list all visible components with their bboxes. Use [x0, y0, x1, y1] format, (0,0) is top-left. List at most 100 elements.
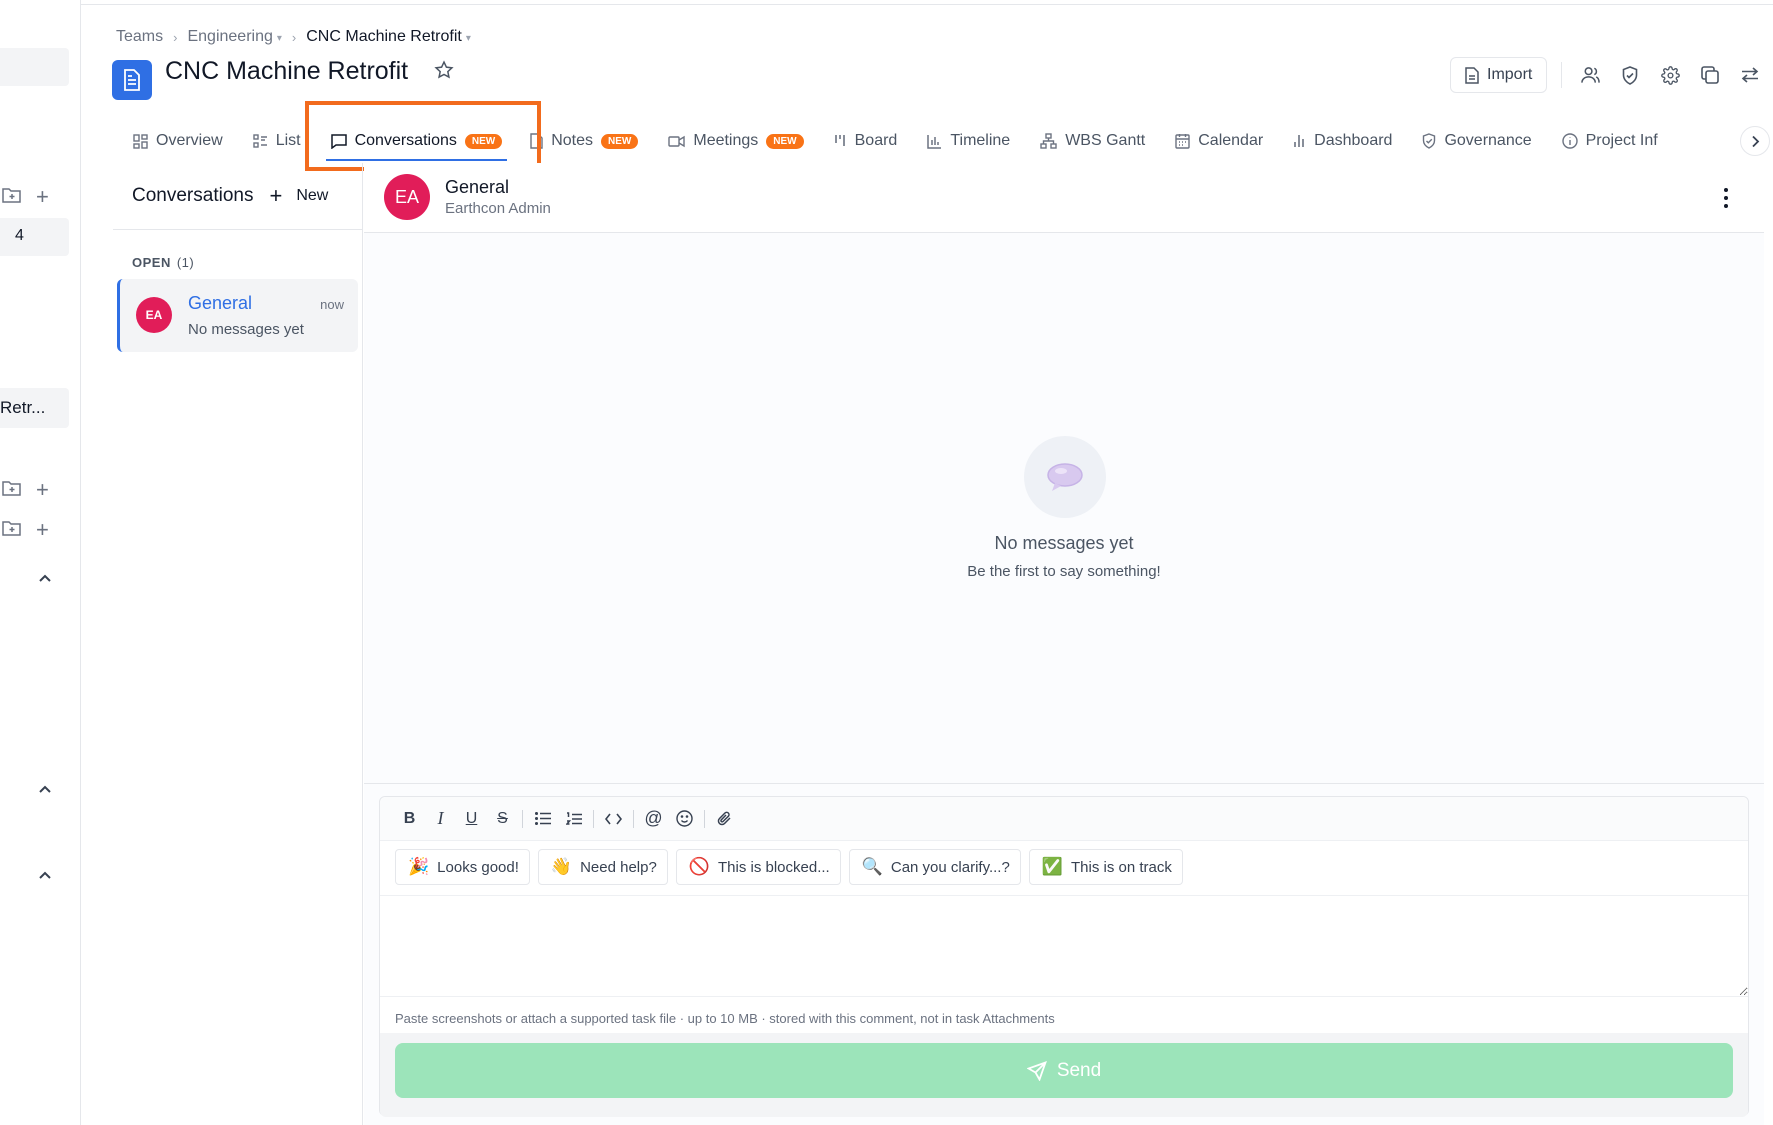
- bold-icon[interactable]: B: [394, 804, 425, 834]
- tab-list[interactable]: List: [238, 119, 316, 163]
- send-icon: [1026, 1060, 1047, 1081]
- quick-reply-looks-good[interactable]: 🎉 Looks good!: [395, 849, 530, 885]
- tab-governance[interactable]: Governance: [1407, 119, 1546, 163]
- underline-icon[interactable]: U: [456, 804, 487, 834]
- sidebar-item-project[interactable]: Retr...: [0, 388, 69, 428]
- breadcrumb-engineering[interactable]: Engineering ▾: [187, 28, 281, 46]
- mention-icon[interactable]: @: [638, 804, 669, 834]
- conversations-title: Conversations: [132, 185, 254, 206]
- quick-reply-need-help[interactable]: 👋 Need help?: [537, 849, 668, 885]
- hierarchy-icon: [1040, 133, 1057, 149]
- header-separator: [1561, 62, 1563, 88]
- paperclip-icon[interactable]: [709, 804, 740, 834]
- new-conversation-button[interactable]: + New: [269, 185, 328, 207]
- users-icon[interactable]: [1570, 57, 1610, 93]
- copy-icon[interactable]: [1690, 57, 1730, 93]
- divider: [380, 996, 1748, 997]
- quick-reply-label: Looks good!: [437, 858, 519, 876]
- conversation-item[interactable]: EA General now No messages yet: [117, 279, 358, 352]
- strikethrough-icon[interactable]: S: [487, 804, 518, 834]
- tab-meetings[interactable]: Meetings NEW: [653, 119, 818, 163]
- emoji-icon[interactable]: [669, 804, 700, 834]
- chevron-right-icon[interactable]: [1740, 126, 1770, 156]
- plus-icon[interactable]: +: [36, 517, 49, 543]
- new-badge: NEW: [464, 133, 503, 149]
- quick-reply-blocked[interactable]: 🚫 This is blocked...: [675, 849, 841, 885]
- plus-icon[interactable]: +: [36, 477, 49, 503]
- code-icon[interactable]: [598, 804, 629, 834]
- calendar-icon: [1175, 133, 1190, 149]
- speech-bubble-icon: [1024, 436, 1106, 518]
- info-icon: [1561, 133, 1578, 149]
- quick-reply-clarify[interactable]: 🔍 Can you clarify...?: [848, 849, 1021, 885]
- open-section-label: OPEN (1): [132, 255, 194, 270]
- tab-label: Meetings: [693, 132, 759, 149]
- italic-icon[interactable]: I: [425, 804, 456, 834]
- chevron-down-icon: ▾: [276, 33, 282, 44]
- tab-label: Calendar: [1198, 132, 1264, 149]
- message-input[interactable]: [380, 896, 1748, 996]
- tab-overview[interactable]: Overview: [118, 119, 238, 163]
- chevron-up-icon[interactable]: [38, 867, 52, 885]
- bullet-list-icon[interactable]: [527, 804, 558, 834]
- send-button[interactable]: Send: [395, 1043, 1733, 1098]
- waving-hand-icon: 👋: [550, 857, 573, 876]
- tab-calendar[interactable]: Calendar: [1160, 119, 1278, 163]
- quick-reply-label: This is on track: [1071, 858, 1172, 876]
- sidebar-selected-block[interactable]: [0, 48, 69, 86]
- board-icon: [834, 134, 847, 148]
- chat-area: EA General Earthcon Admin No messages ye…: [364, 163, 1764, 1125]
- tab-label: Overview: [156, 132, 223, 149]
- star-icon[interactable]: [434, 60, 454, 86]
- breadcrumb-current[interactable]: CNC Machine Retrofit ▾: [306, 28, 471, 46]
- chevron-up-icon[interactable]: [38, 781, 52, 799]
- gear-icon[interactable]: [1650, 57, 1690, 93]
- send-label: Send: [1056, 1059, 1102, 1081]
- tab-dashboard[interactable]: Dashboard: [1278, 119, 1407, 163]
- more-options-icon[interactable]: [1712, 183, 1740, 213]
- tab-wbs-gantt[interactable]: WBS Gantt: [1025, 119, 1160, 163]
- toolbar-separator: [633, 809, 634, 828]
- breadcrumb: Teams › Engineering ▾ › CNC Machine Retro…: [116, 28, 471, 46]
- import-button[interactable]: Import: [1450, 57, 1548, 93]
- new-badge: NEW: [766, 133, 804, 149]
- breadcrumb-teams[interactable]: Teams: [116, 28, 163, 46]
- chevron-up-icon[interactable]: [38, 570, 52, 588]
- conversations-panel: Conversations + New OPEN (1) EA General n…: [113, 163, 363, 1125]
- tab-label: WBS Gantt: [1065, 132, 1146, 149]
- chevron-down-icon: ▾: [465, 33, 471, 44]
- shield-check-icon[interactable]: [1610, 57, 1650, 93]
- swap-icon[interactable]: [1730, 57, 1770, 93]
- open-count: (1): [176, 255, 195, 270]
- tab-board[interactable]: Board: [819, 119, 913, 163]
- empty-state-subtitle: Be the first to say something!: [967, 563, 1161, 580]
- new-badge: NEW: [601, 133, 639, 149]
- sidebar-item-count[interactable]: 4: [0, 218, 69, 256]
- chat-header: EA General Earthcon Admin: [364, 163, 1764, 233]
- folder-add-icon[interactable]: [2, 186, 22, 209]
- page-title: CNC Machine Retrofit: [165, 57, 409, 85]
- quick-reply-on-track[interactable]: ✅ This is on track: [1028, 849, 1183, 885]
- tab-conversations[interactable]: Conversations NEW: [316, 119, 518, 163]
- plus-icon[interactable]: +: [36, 184, 49, 210]
- app-root: + 4 Retr... + + Teams › Engineering▾ ›: [0, 0, 1773, 1125]
- sidebar-count-label: 4: [15, 227, 24, 244]
- conversation-name: General: [188, 293, 253, 313]
- tab-project-info[interactable]: Project Inf: [1547, 119, 1673, 163]
- new-label: New: [296, 187, 329, 204]
- tab-notes[interactable]: Notes NEW: [515, 119, 653, 163]
- tab-timeline[interactable]: Timeline: [912, 119, 1025, 163]
- quick-reply-label: This is blocked...: [717, 858, 830, 876]
- tab-list: Overview List Conversations NEW Notes NE…: [118, 119, 1673, 163]
- chat-title: General: [445, 177, 510, 197]
- quick-reply-label: Can you clarify...?: [890, 858, 1010, 876]
- folder-add-icon[interactable]: [2, 479, 22, 502]
- folder-add-icon[interactable]: [2, 519, 22, 542]
- numbered-list-icon[interactable]: [558, 804, 589, 834]
- tab-label: Dashboard: [1314, 132, 1393, 149]
- avatar: EA: [136, 297, 172, 333]
- chat-icon: [330, 133, 347, 149]
- tab-label: Timeline: [950, 132, 1011, 149]
- prohibited-icon: 🚫: [688, 857, 710, 876]
- breadcrumb-current-label: CNC Machine Retrofit: [306, 28, 462, 45]
